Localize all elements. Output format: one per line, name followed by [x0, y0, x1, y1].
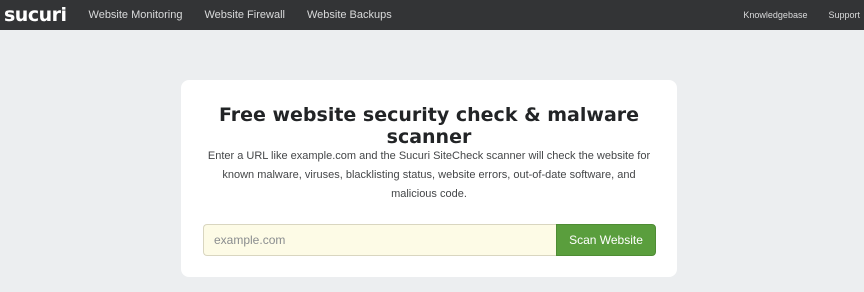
nav-link-website-monitoring[interactable]: Website Monitoring — [89, 9, 183, 21]
nav-link-website-backups[interactable]: Website Backups — [307, 9, 392, 21]
nav-link-support[interactable]: Support — [828, 10, 860, 20]
nav-link-website-firewall[interactable]: Website Firewall — [204, 9, 285, 21]
nav-link-knowledgebase[interactable]: Knowledgebase — [743, 10, 807, 20]
scanner-card: Free website security check & malware sc… — [181, 80, 677, 277]
secondary-nav: Knowledgebase Support — [722, 10, 864, 20]
scanner-description: Enter a URL like example.com and the Suc… — [207, 150, 651, 200]
top-navigation-bar: sucuri Website Monitoring Website Firewa… — [0, 0, 864, 30]
logo-text: sucuri — [4, 3, 67, 26]
url-input[interactable] — [203, 224, 556, 256]
scan-website-button[interactable]: Scan Website — [556, 224, 656, 256]
sucuri-logo[interactable]: sucuri — [4, 0, 67, 30]
scan-form: Scan Website — [203, 224, 656, 256]
primary-nav: Website Monitoring Website Firewall Webs… — [89, 9, 414, 21]
page-title: Free website security check & malware sc… — [218, 104, 640, 148]
